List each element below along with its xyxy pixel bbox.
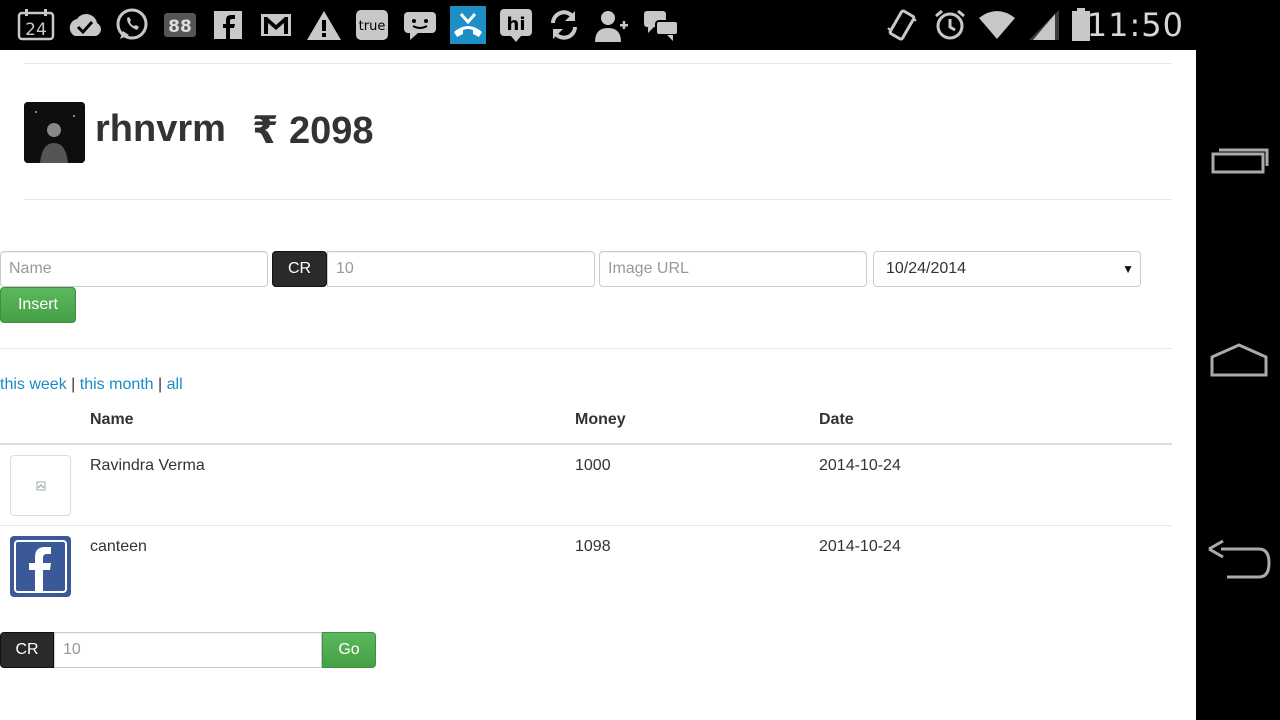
balance: ₹ 2098 xyxy=(252,110,374,152)
svg-text:true: true xyxy=(359,19,386,34)
amount-input[interactable]: 10 xyxy=(54,632,322,668)
warning-icon xyxy=(304,8,344,42)
row-name: Ravindra Verma xyxy=(90,457,205,474)
back-icon xyxy=(1208,539,1271,579)
calendar-24-icon: 24 xyxy=(16,8,56,42)
facebook-icon xyxy=(10,536,71,597)
chat-bubbles-icon xyxy=(642,8,680,42)
signal-icon xyxy=(1026,8,1062,42)
filter-separator: | xyxy=(71,376,76,393)
wifi-icon xyxy=(978,8,1016,42)
chevron-down-icon: ▼ xyxy=(1122,262,1134,276)
home-button[interactable] xyxy=(1206,334,1272,384)
gmail-icon xyxy=(256,8,296,42)
row-date: 2014-10-24 xyxy=(819,538,901,555)
column-header-money: Money xyxy=(575,411,626,428)
username: rhnvrm xyxy=(95,108,226,150)
filter-this-month-link[interactable]: this month xyxy=(80,376,154,393)
name-input[interactable]: Name xyxy=(0,251,268,287)
divider xyxy=(0,525,1172,526)
row-name: canteen xyxy=(90,538,147,555)
whatsapp-icon xyxy=(112,8,152,42)
divider xyxy=(0,348,1172,349)
check-circle-icon xyxy=(64,8,104,42)
svg-text:24: 24 xyxy=(25,20,47,40)
sync-icon xyxy=(546,8,582,42)
svg-text:88: 88 xyxy=(168,17,192,37)
column-header-date: Date xyxy=(819,411,854,428)
broken-image-icon xyxy=(10,455,71,516)
home-icon xyxy=(1210,343,1268,377)
status-time: 11:50 xyxy=(1086,6,1184,44)
amount-input[interactable]: 10 xyxy=(327,251,595,287)
status-bar: 24 88 true hi 11:50 xyxy=(0,0,1196,50)
date-select[interactable]: 10/24/2014 ▼ xyxy=(873,251,1141,287)
row-money: 1000 xyxy=(575,457,611,474)
filter-separator: | xyxy=(158,376,163,393)
table-header-divider xyxy=(0,443,1172,445)
missed-call-icon xyxy=(450,6,486,44)
column-header-name: Name xyxy=(90,411,134,428)
avatar xyxy=(24,102,85,163)
filter-this-week-link[interactable]: this week xyxy=(0,376,67,393)
messaging-icon xyxy=(400,8,440,42)
cr-button[interactable]: CR xyxy=(272,251,327,287)
row-money: 1098 xyxy=(575,538,611,555)
recent-apps-icon xyxy=(1211,148,1269,174)
vibrate-icon xyxy=(884,8,920,42)
recent-apps-button[interactable] xyxy=(1206,134,1272,184)
go-button[interactable]: Go xyxy=(322,632,376,668)
cr-button[interactable]: CR xyxy=(0,632,54,668)
insert-button[interactable]: Insert xyxy=(0,287,76,323)
svg-text:hi: hi xyxy=(507,14,526,35)
filter-links: this week | this month | all xyxy=(0,376,183,394)
alarm-icon xyxy=(932,8,968,42)
date-select-value: 10/24/2014 xyxy=(886,260,967,277)
badge-88-icon: 88 xyxy=(162,8,198,42)
hike-icon: hi xyxy=(498,8,534,42)
web-page: rhnvrm ₹ 2098 Name CR 10 Image URL 10/24… xyxy=(0,50,1196,720)
divider xyxy=(24,63,1172,64)
add-contact-icon xyxy=(594,8,630,42)
divider xyxy=(24,199,1172,200)
image-url-input[interactable]: Image URL xyxy=(599,251,867,287)
facebook-icon xyxy=(210,8,246,42)
row-date: 2014-10-24 xyxy=(819,457,901,474)
navigation-bar xyxy=(1196,0,1280,720)
back-button[interactable] xyxy=(1206,534,1272,584)
truecaller-icon: true xyxy=(354,8,390,42)
filter-all-link[interactable]: all xyxy=(167,376,183,393)
